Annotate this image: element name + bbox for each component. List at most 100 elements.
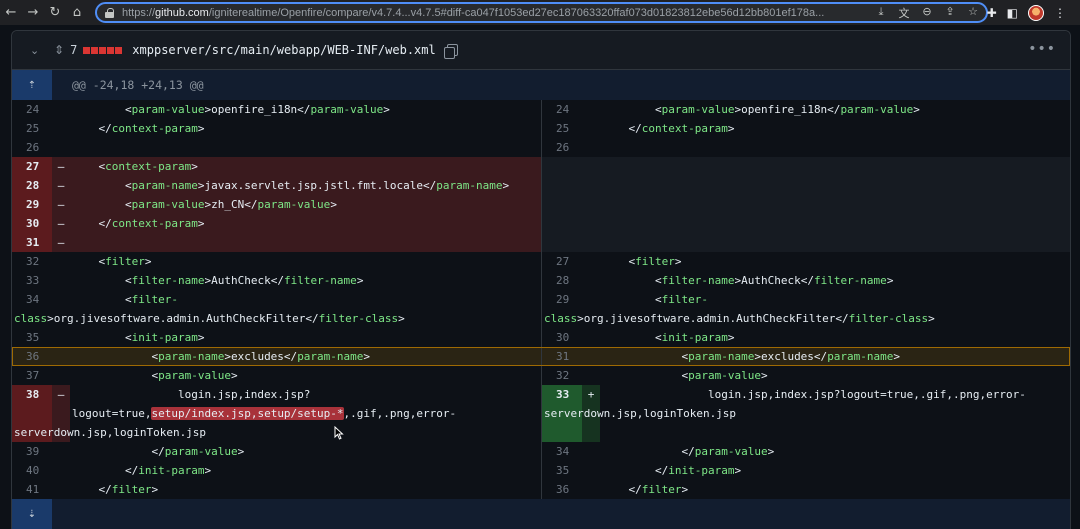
forward-icon[interactable]: → (24, 0, 42, 25)
diff-row-selected[interactable]: 36 <param-name>excludes</param-name> 31 … (12, 347, 1070, 366)
diffstat-bar (83, 46, 123, 54)
line-number[interactable]: 32 (12, 252, 52, 271)
code-line: </init-param> (602, 464, 742, 477)
code-line: <param-value>openfire_i18n</param-value> (602, 103, 920, 116)
line-number[interactable]: 40 (12, 461, 52, 480)
lock-icon[interactable] (105, 7, 114, 18)
browser-menu-icon[interactable]: ⋮ (1054, 6, 1066, 20)
code-line: login.jsp,index.jsp? logout=true,setup/in… (14, 388, 457, 439)
line-number[interactable]: 27 (542, 252, 582, 271)
diff-row: 41 </filter> 36 </filter> (12, 480, 1070, 499)
profile-avatar[interactable] (1028, 4, 1044, 21)
back-icon[interactable]: ← (2, 0, 20, 25)
reload-icon[interactable]: ↻ (46, 0, 64, 25)
code-line: <filter-class>org.jivesoftware.admin.Aut… (14, 293, 405, 325)
line-number[interactable]: 36 (12, 347, 52, 366)
code-line: </filter> (602, 483, 689, 496)
code-line: <init-param> (602, 331, 735, 344)
empty-line (541, 214, 1070, 233)
code-line: <param-name>excludes</param-name> (600, 347, 901, 366)
browser-toolbar: ← → ↻ ⌂ https://github.com/igniterealtim… (0, 0, 1080, 25)
code-line: </param-value> (602, 445, 775, 458)
install-icon[interactable]: ⤓ (874, 5, 888, 21)
diff-row-deleted: 30– </context-param> (12, 214, 1070, 233)
code-line: </init-param> (72, 464, 212, 477)
side-panel-icon[interactable]: ◧ (1007, 6, 1018, 20)
line-number[interactable]: 28 (542, 271, 582, 290)
code-line: <filter-name>AuthCheck</filter-name> (72, 274, 364, 287)
line-number[interactable]: 31 (12, 233, 52, 252)
line-number[interactable]: 27 (12, 157, 52, 176)
file-path[interactable]: xmppserver/src/main/webapp/WEB-INF/web.x… (132, 43, 435, 57)
diff-row: 39 </param-value> 34 </param-value> (12, 442, 1070, 461)
empty-line (541, 195, 1070, 214)
expand-all-icon[interactable]: ⇕ (54, 43, 64, 57)
diff-row: 37 <param-value> 32 <param-value> (12, 366, 1070, 385)
line-number[interactable]: 35 (542, 461, 582, 480)
line-number[interactable]: 33 (12, 271, 52, 290)
split-diff-table: ⇡ @@ -24,18 +24,13 @@ 24 <param-value>op… (12, 70, 1070, 529)
line-number[interactable]: 26 (542, 138, 582, 157)
collapse-chevron-icon[interactable]: ⌄ (30, 44, 44, 57)
line-number[interactable]: 24 (12, 100, 52, 119)
line-number[interactable]: 36 (542, 480, 582, 499)
hunk-header: @@ -24,18 +24,13 @@ (72, 78, 204, 92)
line-number[interactable]: 34 (542, 442, 582, 461)
expand-up-icon[interactable]: ⇡ (12, 70, 52, 100)
empty-line (541, 176, 1070, 195)
code-line: <filter> (602, 255, 682, 268)
line-number[interactable]: 37 (12, 366, 52, 385)
line-number[interactable]: 30 (12, 214, 52, 233)
line-number[interactable]: 39 (12, 442, 52, 461)
mouse-cursor-icon (334, 426, 344, 440)
translate-icon[interactable]: 文 (897, 5, 911, 21)
line-number[interactable]: 30 (542, 328, 582, 347)
line-number[interactable]: 41 (12, 480, 52, 499)
code-line: <param-value>zh_CN</param-value> (70, 195, 337, 214)
expand-down-row: ⇣ (12, 499, 1070, 529)
diff-row: 24 <param-value>openfire_i18n</param-val… (12, 100, 1070, 119)
code-line: <param-value>openfire_i18n</param-value> (72, 103, 390, 116)
code-line: <param-value> (72, 369, 238, 382)
empty-line (541, 157, 1070, 176)
code-line: </context-param> (72, 122, 205, 135)
file-menu-icon[interactable]: ••• (1028, 41, 1056, 57)
extensions-puzzle-icon[interactable]: ✚ (987, 6, 997, 20)
code-line: <context-param> (70, 157, 198, 176)
diff-row-deleted: 28– <param-name>javax.servlet.jsp.jstl.f… (12, 176, 1070, 195)
diff-row-deleted: 27– <context-param> (12, 157, 1070, 176)
diff-row: 40 </init-param> 35 </init-param> (12, 461, 1070, 480)
line-number[interactable]: 28 (12, 176, 52, 195)
line-number[interactable]: 26 (12, 138, 52, 157)
diff-row: 32 <filter> 27 <filter> (12, 252, 1070, 271)
bookmark-star-icon[interactable]: ☆ (966, 5, 980, 21)
diff-row: 33 <filter-name>AuthCheck</filter-name> … (12, 271, 1070, 290)
line-number[interactable]: 29 (12, 195, 52, 214)
line-number[interactable]: 32 (542, 366, 582, 385)
diff-row-changed: 38– login.jsp,index.jsp? logout=true,setu… (12, 385, 1070, 442)
hunk-header-row: ⇡ @@ -24,18 +24,13 @@ (12, 70, 1070, 100)
word-diff-highlight: setup/index.jsp,setup/setup-* (151, 407, 344, 420)
code-line: </context-param> (602, 122, 735, 135)
file-header: ⌄ ⇕ 7 xmppserver/src/main/webapp/WEB-INF… (12, 31, 1070, 70)
line-number[interactable]: 35 (12, 328, 52, 347)
diff-row-deleted: 29– <param-value>zh_CN</param-value> (12, 195, 1070, 214)
code-line: </filter> (72, 483, 159, 496)
line-number[interactable]: 25 (12, 119, 52, 138)
address-bar[interactable]: https://github.com/igniterealtime/Openfi… (95, 2, 988, 23)
code-line: <filter> (72, 255, 152, 268)
expand-down-icon[interactable]: ⇣ (12, 499, 52, 529)
copy-icon[interactable] (443, 43, 458, 59)
code-line: <init-param> (72, 331, 205, 344)
url-text[interactable]: https://github.com/igniterealtime/Openfi… (122, 7, 862, 19)
zoom-icon[interactable]: ⊖ (920, 5, 934, 21)
empty-line (541, 233, 1070, 252)
line-number[interactable]: 31 (542, 347, 582, 366)
share-icon[interactable]: ⇪ (943, 5, 957, 21)
code-line: <filter-name>AuthCheck</filter-name> (602, 274, 894, 287)
line-number[interactable]: 25 (542, 119, 582, 138)
code-line: </param-value> (72, 445, 245, 458)
code-line: <filter-class>org.jivesoftware.admin.Aut… (544, 293, 935, 325)
home-icon[interactable]: ⌂ (68, 0, 86, 25)
line-number[interactable]: 24 (542, 100, 582, 119)
